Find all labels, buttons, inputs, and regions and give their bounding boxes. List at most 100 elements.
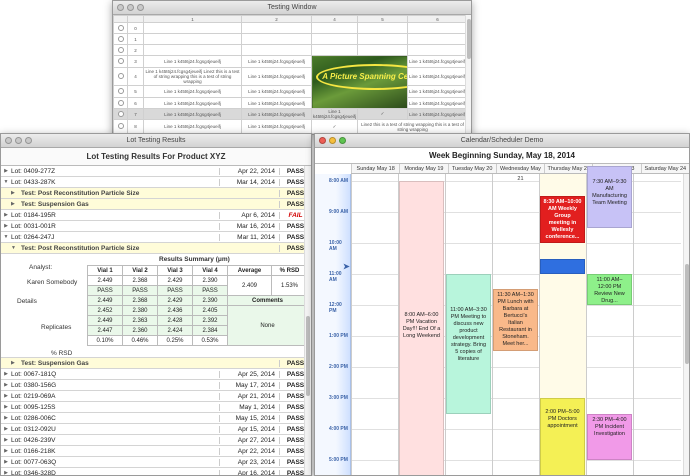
event-weekly-group[interactable]: 8:30 AM–10:00 AM Weekly Group meeting in… [540, 196, 585, 243]
day-header[interactable]: Saturday May 24 [640, 164, 689, 173]
day-header[interactable]: Tuesday May 20 [447, 164, 496, 173]
disclosure-triangle-icon[interactable]: ▶ [1, 426, 11, 432]
disclosure-triangle-icon[interactable]: ▼ [1, 179, 11, 185]
column-header[interactable]: 4 [311, 15, 358, 23]
disclosure-triangle-icon[interactable]: ▶ [11, 360, 21, 366]
lot-row[interactable]: ▶ Lot: 0095-125S May 1, 2014 PASS [1, 402, 311, 413]
lot-row[interactable]: ▶ Lot: 0380-156G May 17, 2014 PASS [1, 380, 311, 391]
lot-row[interactable]: ▼ Lot: 0433-287K Mar 14, 2014 PASS [1, 177, 311, 188]
lot-row[interactable]: ▶ Lot: 0067-181Q Apr 25, 2014 PASS [1, 369, 311, 380]
day-header[interactable]: Thursday May 22 [544, 164, 592, 173]
day-header[interactable]: Monday May 19 [399, 164, 447, 173]
close-button[interactable] [319, 137, 326, 144]
vertical-scrollbar[interactable] [683, 174, 689, 475]
lot-row[interactable]: ▶ Lot: 0346-328D Apr 16, 2014 PASS [1, 468, 311, 475]
radio-button[interactable] [117, 73, 124, 79]
disclosure-triangle-icon[interactable]: ▶ [1, 393, 11, 399]
disclosure-triangle-icon[interactable]: ▶ [11, 201, 21, 207]
radio-button[interactable] [117, 88, 124, 94]
column-header[interactable]: 2 [241, 15, 312, 23]
scroll-thumb[interactable] [467, 19, 471, 59]
event-selected-slot[interactable] [540, 259, 585, 274]
zoom-button[interactable] [137, 4, 144, 11]
table-row[interactable]: 5 Line 1 k45t6j24.fcgsg4jeueifj Line 1 k45… [113, 85, 468, 98]
disclosure-triangle-icon[interactable]: ▼ [11, 245, 21, 251]
disclosure-triangle-icon[interactable]: ▶ [1, 223, 11, 229]
radio-button[interactable] [117, 123, 124, 129]
lot-row[interactable]: ▶ Lot: 0219-069A Apr 21, 2014 PASS [1, 391, 311, 402]
minimize-button[interactable] [127, 4, 134, 11]
disclosure-triangle-icon[interactable]: ▶ [11, 190, 21, 196]
table-row[interactable]: 1 [113, 33, 468, 45]
disclosure-triangle-icon[interactable]: ▶ [1, 212, 11, 218]
scroll-thumb[interactable] [306, 316, 310, 396]
lot-row[interactable]: ▶ Lot: 0166-218K Apr 22, 2014 PASS [1, 446, 311, 457]
lot-row[interactable]: ▶ Lot: 0312-092U Apr 15, 2014 PASS [1, 424, 311, 435]
event-product-meeting[interactable]: 11:00 AM–3:30 PM Meeting to discuss new … [446, 274, 491, 414]
table-row[interactable]: 8 Line 1 k45t6j24.fcgsg4jeueifj Line 1 k45… [113, 119, 468, 134]
analyst-name: Karen Somebody [27, 279, 78, 286]
test-row[interactable]: ▶ Test: Suspension Gas PASS [1, 358, 311, 369]
day-column-sunday[interactable] [351, 174, 398, 475]
lot-row[interactable]: ▶ Lot: 0409-277Z Apr 22, 2014 PASS [1, 166, 311, 177]
table-row[interactable]: 3 Line 1 k45t6j24.fcgsg4jeueifj Line 1 k45… [113, 55, 468, 109]
details-toggle[interactable]: Details [17, 298, 37, 305]
table-row[interactable]: 4 Line 1 k45t6j24.fcgsg4jeueifj Line2 thi… [113, 67, 468, 86]
scroll-thumb[interactable] [685, 264, 689, 364]
radio-button[interactable] [117, 58, 124, 64]
disclosure-triangle-icon[interactable]: ▶ [1, 168, 11, 174]
test-row[interactable]: ▶ Test: Post Reconstitution Particle Size… [1, 188, 311, 199]
minimize-button[interactable] [329, 137, 336, 144]
lot-row[interactable]: ▶ Lot: 0426-239V Apr 27, 2014 PASS [1, 435, 311, 446]
day-header[interactable]: Wednesday May 21 [495, 164, 544, 182]
time-label: 9:00 AM [329, 209, 348, 215]
radio-button[interactable] [117, 110, 124, 117]
radio-button[interactable] [117, 35, 124, 42]
column-header[interactable]: 6 [407, 15, 468, 23]
close-button[interactable] [117, 4, 124, 11]
event-vacation[interactable]: 8:00 AM–6:00 PM Vacation Day!!! End Of a… [399, 181, 444, 475]
close-button[interactable] [5, 137, 12, 144]
event-lunch[interactable]: 11:30 AM–1:30 PM Lunch with Barbara at B… [493, 289, 538, 351]
zoom-button[interactable] [25, 137, 32, 144]
event-incident[interactable]: 2:30 PM–4:00 PM Incident Investigation [587, 414, 632, 460]
table-row-selected[interactable]: 7 Line 1 k45t6j24.fcgsg4jeueifj Line 1 k45… [113, 108, 468, 120]
disclosure-triangle-icon[interactable]: ▶ [1, 415, 11, 421]
column-header[interactable]: 5 [357, 15, 408, 23]
lot-row[interactable]: ▼ Lot: 0264-247J Mar 11, 2014 PASS [1, 232, 311, 243]
disclosure-triangle-icon[interactable]: ▶ [1, 459, 11, 465]
table-row[interactable]: 0 [113, 22, 468, 34]
column-header[interactable]: 1 [143, 15, 242, 23]
zoom-button[interactable] [339, 137, 346, 144]
test-row[interactable]: ▶ Test: Suspension Gas PASS [1, 199, 311, 210]
vertical-scrollbar[interactable] [465, 15, 471, 134]
event-doctors[interactable]: 2:00 PM–5:00 PM Doctors appointment [540, 398, 585, 475]
disclosure-triangle-icon[interactable]: ▶ [1, 448, 11, 454]
lot-row[interactable]: ▶ Lot: 0184-195R Apr 6, 2014 FAIL [1, 210, 311, 221]
radio-button[interactable] [117, 46, 124, 53]
calendar-grid[interactable]: 8:00 AM 9:00 AM 10:00 AM 11:00 AM 12:00 … [315, 166, 689, 475]
minimize-button[interactable] [15, 137, 22, 144]
event-manufacturing[interactable]: 7:30 AM–9:30 AM Manufacturing Team Meeti… [587, 166, 632, 228]
disclosure-triangle-icon[interactable]: ▶ [1, 371, 11, 377]
lot-row[interactable]: ▶ Lot: 0031-001R Mar 16, 2014 PASS [1, 221, 311, 232]
lot-row[interactable]: ▶ Lot: 0077-063Q Apr 23, 2014 PASS [1, 457, 311, 468]
radio-button[interactable] [117, 24, 124, 31]
test-row-expanded[interactable]: ▼ Test: Post Reconstitution Particle Size… [1, 243, 311, 254]
disclosure-triangle-icon[interactable]: ▶ [1, 382, 11, 388]
checkbox-cell[interactable]: ✓ [311, 119, 358, 134]
event-drug-review[interactable]: 11:00 AM–12:00 PM Review New Drug... [587, 274, 632, 305]
disclosure-triangle-icon[interactable]: ▼ [1, 234, 11, 240]
table-row[interactable]: 2 [113, 44, 468, 56]
lot-row[interactable]: ▶ Lot: 0286-006C May 15, 2014 PASS [1, 413, 311, 424]
day-column-saturday[interactable] [633, 174, 683, 475]
disclosure-triangle-icon[interactable]: ▶ [1, 404, 11, 410]
day-header[interactable]: Sunday May 18 [351, 164, 399, 173]
rsd-label: % RSD [51, 350, 73, 357]
disclosure-triangle-icon[interactable]: ▶ [1, 470, 11, 475]
table-row[interactable]: 6 Line 1 k45t6j24.fcgsg4jeueifj Line 1 k45… [113, 97, 468, 109]
disclosure-triangle-icon[interactable]: ▶ [1, 437, 11, 443]
radio-button[interactable] [117, 99, 124, 106]
vertical-scrollbar[interactable] [304, 166, 311, 475]
checkbox-cell[interactable]: ✓ [357, 108, 408, 120]
